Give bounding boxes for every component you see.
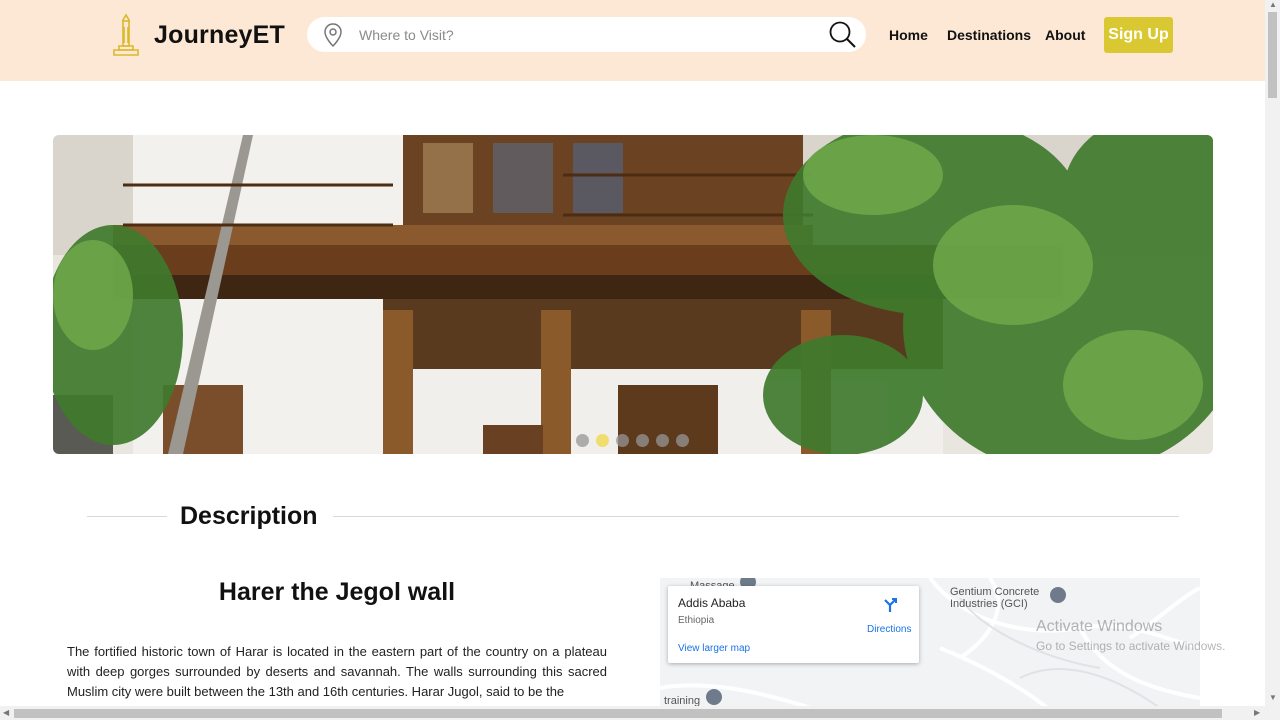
carousel-dot-1[interactable] bbox=[576, 434, 589, 447]
place-title: Harer the Jegol wall bbox=[218, 578, 456, 606]
map-place-card: Addis Ababa Ethiopia View larger map Dir… bbox=[668, 586, 919, 663]
windows-watermark-subtitle: Go to Settings to activate Windows. bbox=[1036, 639, 1226, 653]
map-country: Ethiopia bbox=[678, 615, 715, 626]
brand-name: JourneyET bbox=[154, 20, 285, 49]
carousel-dot-3[interactable] bbox=[616, 434, 629, 447]
nav-home-link[interactable]: Home bbox=[889, 27, 928, 43]
place-description: The fortified historic town of Harar is … bbox=[67, 644, 607, 699]
divider-right bbox=[333, 516, 1179, 517]
sign-up-button[interactable]: Sign Up bbox=[1104, 17, 1173, 53]
navbar: JourneyET Home Destinations About Sign U… bbox=[0, 0, 1265, 81]
vertical-scrollbar[interactable] bbox=[1265, 0, 1280, 706]
scroll-down-arrow-icon[interactable]: ▼ bbox=[1269, 693, 1277, 702]
obelisk-logo-icon bbox=[113, 13, 139, 56]
carousel-dot-2-active[interactable] bbox=[596, 434, 609, 447]
search-bar bbox=[307, 17, 866, 52]
location-pin-icon bbox=[324, 23, 342, 48]
vertical-scrollbar-thumb[interactable] bbox=[1268, 12, 1277, 98]
search-input[interactable] bbox=[359, 17, 819, 52]
directions-link[interactable]: Directions bbox=[867, 624, 911, 635]
directions-icon[interactable] bbox=[882, 597, 898, 613]
view-larger-map-link[interactable]: View larger map bbox=[678, 643, 750, 654]
section-heading: Description bbox=[180, 502, 318, 530]
horizontal-scrollbar-thumb[interactable] bbox=[14, 709, 1222, 718]
scroll-left-arrow-icon[interactable]: ◀ bbox=[3, 708, 9, 717]
carousel-dot-6[interactable] bbox=[676, 434, 689, 447]
hero-photo bbox=[53, 135, 1213, 454]
map-label-gci: Gentium Concrete Industries (GCI) bbox=[950, 586, 1040, 610]
search-icon bbox=[829, 21, 856, 48]
windows-watermark-title: Activate Windows bbox=[1036, 618, 1163, 635]
map-city: Addis Ababa bbox=[678, 596, 746, 610]
brand[interactable]: JourneyET bbox=[108, 13, 285, 57]
nav-about-link[interactable]: About bbox=[1045, 27, 1085, 43]
carousel-dot-5[interactable] bbox=[656, 434, 669, 447]
carousel-indicators bbox=[576, 434, 696, 447]
browser-viewport: JourneyET Home Destinations About Sign U… bbox=[0, 0, 1280, 720]
hero-carousel-image[interactable] bbox=[53, 135, 1213, 454]
divider-left bbox=[87, 516, 167, 517]
scroll-right-arrow-icon[interactable]: ▶ bbox=[1254, 708, 1260, 717]
search-button[interactable] bbox=[828, 20, 858, 50]
carousel-dot-4[interactable] bbox=[636, 434, 649, 447]
scroll-up-arrow-icon[interactable]: ▲ bbox=[1269, 0, 1277, 9]
nav-destinations-link[interactable]: Destinations bbox=[947, 27, 1031, 43]
